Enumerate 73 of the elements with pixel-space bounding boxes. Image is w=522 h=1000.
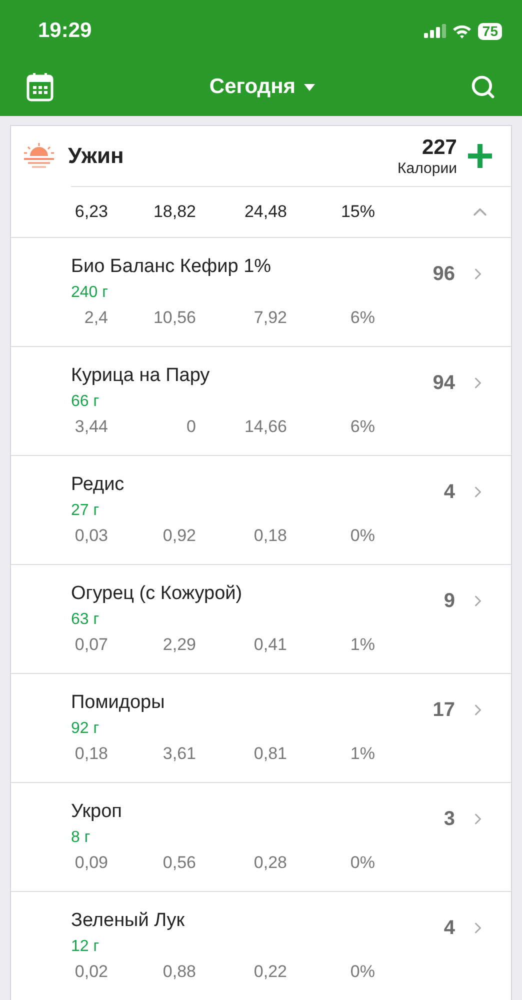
nutrient-value: 0,88 xyxy=(162,962,196,982)
food-calories: 96 xyxy=(432,262,455,286)
sunset-icon xyxy=(23,142,55,170)
nutrient-value: 6% xyxy=(349,417,375,437)
calories-label: Калории xyxy=(398,160,457,176)
calendar-icon[interactable] xyxy=(26,72,54,102)
food-name: Помидоры xyxy=(71,692,166,714)
total-value: 24,48 xyxy=(243,202,287,222)
food-calories: 4 xyxy=(444,916,455,940)
nutrient-value: 0% xyxy=(349,962,375,982)
nutrient-value: 10,56 xyxy=(152,308,196,328)
food-name: Укроп xyxy=(71,801,123,823)
nutrient-value: 0,56 xyxy=(162,853,196,873)
nutrient-value: 0% xyxy=(349,526,375,546)
nutrient-value: 2,4 xyxy=(83,308,108,328)
food-name: Курица на Пару xyxy=(71,365,211,387)
food-row[interactable]: Укроп 8 г 0,09 0,56 0,28 0% 3 xyxy=(11,782,511,891)
food-name: Зеленый Лук xyxy=(71,910,186,932)
food-calories: 9 xyxy=(444,590,455,612)
signal-icon xyxy=(424,24,446,38)
nutrient-value: 0,41 xyxy=(252,635,287,655)
food-calories: 94 xyxy=(432,372,455,394)
food-calories: 4 xyxy=(444,480,455,504)
food-row[interactable]: Помидоры 92 г 0,18 3,61 0,81 1% 17 xyxy=(11,673,511,782)
nutrient-value: 0 xyxy=(186,417,196,437)
nutrient-value: 1% xyxy=(349,744,375,764)
food-row[interactable]: Зеленый Лук 12 г 0,02 0,88 0,22 0% 4 xyxy=(11,891,511,1000)
nutrient-value: 0,18 xyxy=(74,744,108,764)
nutrient-value: 0,81 xyxy=(252,744,287,764)
nutrient-value: 0,07 xyxy=(74,635,108,655)
nutrient-value: 14,66 xyxy=(243,417,287,437)
food-amount: 27 г xyxy=(71,502,100,520)
food-name: Огурец (с Кожурой) xyxy=(71,583,244,605)
food-row[interactable]: Био Баланс Кефир 1% 240 г 2,4 10,56 7,92 6% 96 xyxy=(11,237,511,346)
food-amount: 92 г xyxy=(71,720,100,738)
food-calories: 3 xyxy=(444,808,455,830)
nutrient-value: 0,09 xyxy=(74,853,108,873)
status-time: 19:29 xyxy=(38,19,92,43)
food-row[interactable]: Редис 27 г 0,03 0,92 0,18 0% 4 xyxy=(11,455,511,564)
nutrient-value: 0,03 xyxy=(74,526,108,546)
date-selector[interactable]: Сегодня xyxy=(209,75,315,99)
food-amount: 240 г xyxy=(71,284,109,302)
food-amount: 8 г xyxy=(71,829,92,847)
meal-title: Ужин xyxy=(68,143,125,169)
total-value: 6,23 xyxy=(74,202,108,222)
nutrient-value: 0,02 xyxy=(74,962,108,982)
food-row[interactable]: Курица на Пару 66 г 3,44 0 14,66 6% 94 xyxy=(11,346,511,455)
nutrient-value: 7,92 xyxy=(252,308,287,328)
nutrient-value: 1% xyxy=(349,635,375,655)
search-icon[interactable] xyxy=(470,74,496,100)
food-amount: 66 г xyxy=(71,393,100,411)
caret-icon xyxy=(304,84,315,90)
nutrient-value: 0,28 xyxy=(252,853,287,873)
nutrient-value: 0,92 xyxy=(162,526,196,546)
total-value: 18,82 xyxy=(152,202,196,222)
nutrient-value: 0,22 xyxy=(252,962,287,982)
nutrient-value: 2,29 xyxy=(162,635,196,655)
food-amount: 63 г xyxy=(71,611,100,629)
nutrient-value: 0,18 xyxy=(252,526,287,546)
nutrient-value: 3,61 xyxy=(162,744,196,764)
total-value: 15% xyxy=(340,202,375,222)
meal-calories: 227 xyxy=(422,136,457,160)
nutrient-value: 6% xyxy=(349,308,375,328)
wifi-icon xyxy=(452,24,472,38)
food-row[interactable]: Огурец (с Кожурой) 63 г 0,07 2,29 0,41 1% 9 xyxy=(11,564,511,673)
food-amount: 12 г xyxy=(71,938,100,956)
food-calories: 17 xyxy=(432,698,455,722)
add-icon[interactable] xyxy=(467,143,493,169)
nutrient-value: 3,44 xyxy=(74,417,108,437)
food-name: Редис xyxy=(71,474,126,496)
food-name: Био Баланс Кефир 1% xyxy=(71,256,272,278)
battery-indicator: 75 xyxy=(478,22,502,40)
nutrient-value: 0% xyxy=(349,853,375,873)
